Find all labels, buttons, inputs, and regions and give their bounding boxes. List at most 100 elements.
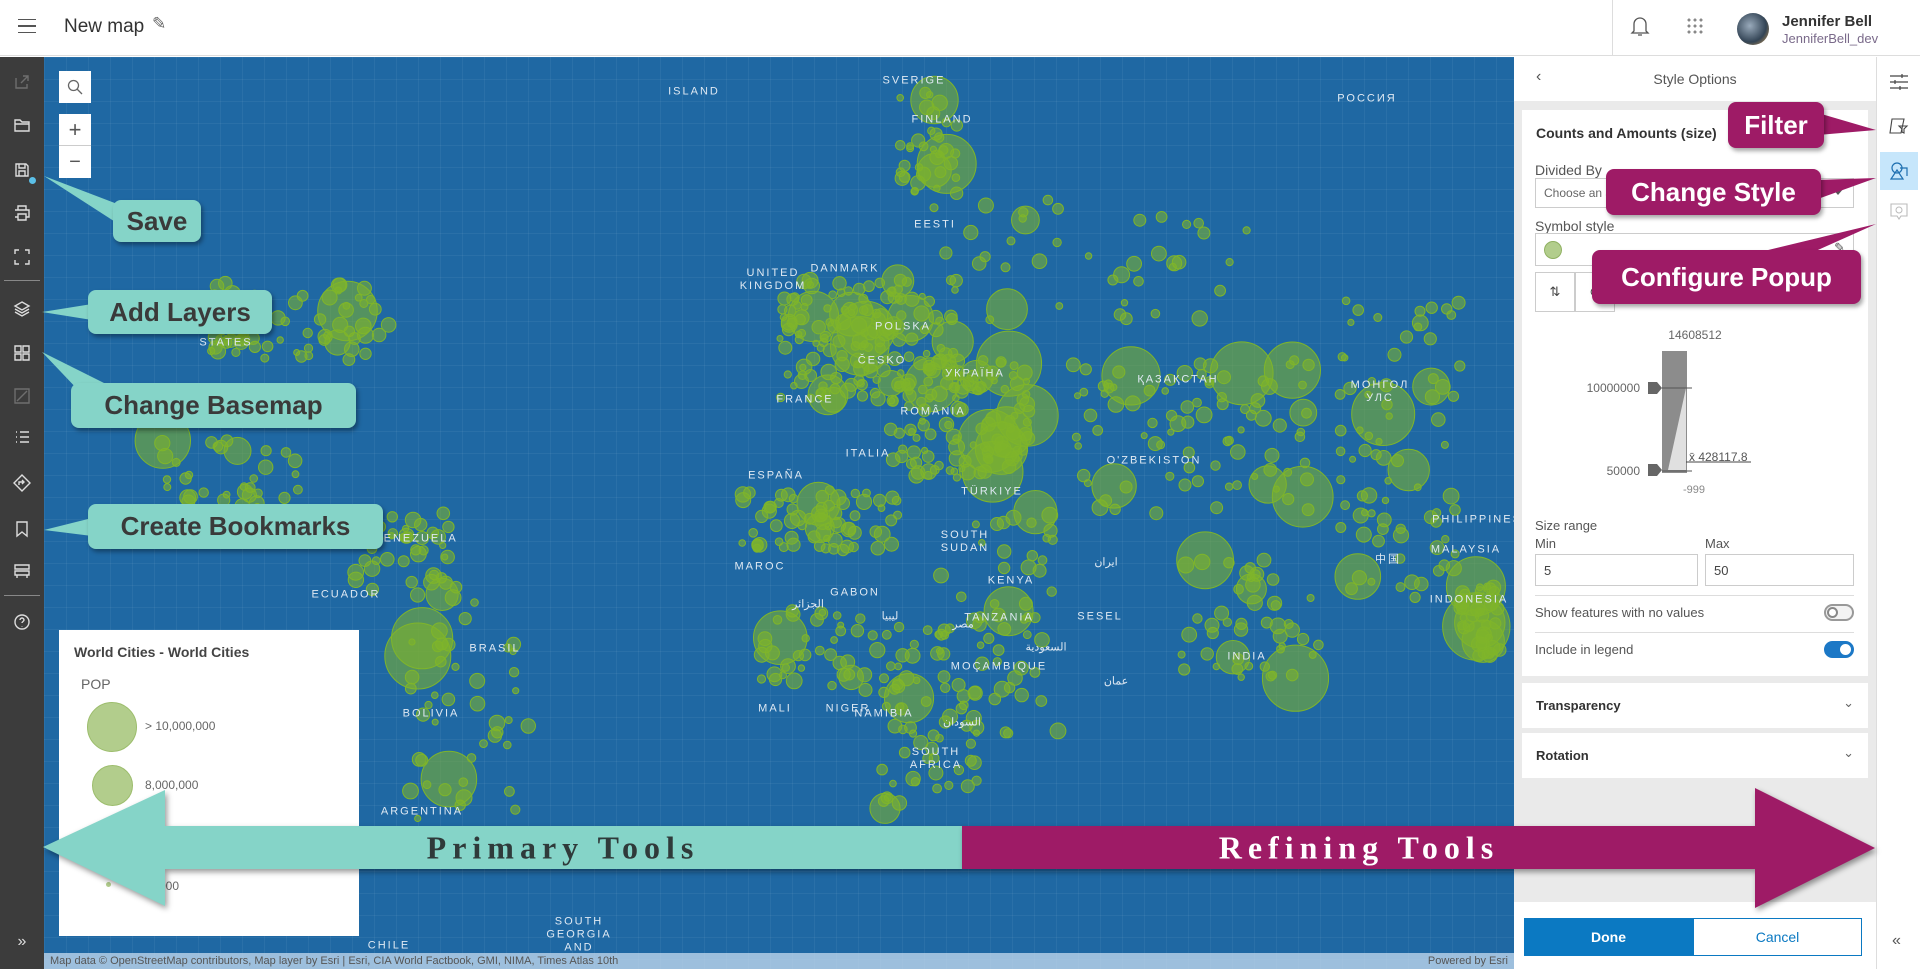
city-symbol[interactable] [904, 647, 921, 664]
city-symbol[interactable] [1384, 477, 1392, 485]
city-symbol[interactable] [971, 775, 982, 786]
city-symbol[interactable] [883, 793, 892, 802]
city-symbol[interactable] [1335, 446, 1346, 457]
city-symbol[interactable] [783, 370, 792, 379]
city-symbol[interactable] [873, 493, 887, 507]
filter-icon[interactable] [1889, 117, 1909, 140]
city-symbol[interactable] [1370, 449, 1382, 461]
city-symbol[interactable] [1337, 352, 1347, 362]
city-symbol[interactable] [881, 629, 892, 640]
legend-button[interactable] [0, 417, 44, 457]
city-symbol[interactable] [867, 630, 878, 641]
city-symbol[interactable] [1268, 670, 1278, 680]
city-symbol[interactable] [1203, 358, 1219, 374]
city-symbol[interactable] [1387, 347, 1402, 362]
city-symbol[interactable] [287, 453, 303, 469]
city-symbol[interactable] [280, 447, 292, 458]
city-symbol[interactable] [1151, 245, 1167, 262]
city-symbol[interactable] [441, 553, 449, 561]
city-symbol[interactable] [860, 328, 869, 338]
basemap-button[interactable] [0, 333, 44, 373]
city-symbol[interactable] [1216, 392, 1228, 403]
city-symbol[interactable] [479, 739, 488, 748]
city-symbol[interactable] [844, 377, 859, 392]
save-button[interactable] [0, 150, 44, 190]
city-symbol[interactable] [956, 591, 967, 603]
city-symbol[interactable] [769, 519, 783, 533]
city-symbol[interactable] [905, 770, 921, 787]
city-symbol[interactable] [205, 436, 218, 449]
city-symbol[interactable] [927, 126, 936, 136]
city-symbol[interactable] [1376, 512, 1392, 528]
city-symbol[interactable] [1395, 523, 1406, 534]
city-symbol[interactable] [891, 495, 902, 506]
city-symbol[interactable] [338, 302, 354, 318]
rotation-section[interactable]: Rotation ⌄ [1522, 733, 1868, 778]
city-symbol[interactable] [891, 795, 908, 811]
city-symbol[interactable] [794, 330, 803, 339]
city-symbol[interactable] [368, 302, 382, 316]
city-symbol[interactable] [1459, 613, 1468, 622]
city-symbol[interactable] [1191, 475, 1205, 488]
city-symbol[interactable] [1242, 226, 1251, 235]
add-layers-button[interactable] [0, 289, 44, 329]
city-symbol[interactable] [198, 487, 209, 498]
city-symbol[interactable] [1235, 617, 1248, 631]
city-symbol[interactable] [1334, 553, 1382, 600]
city-symbol[interactable] [1404, 574, 1420, 591]
city-symbol[interactable] [968, 686, 982, 700]
city-symbol[interactable] [414, 517, 428, 532]
city-symbol[interactable] [843, 286, 854, 296]
city-symbol[interactable] [830, 371, 843, 385]
city-symbol[interactable] [1020, 559, 1037, 576]
city-symbol[interactable] [1074, 442, 1082, 450]
configure-popup-icon[interactable] [1889, 202, 1909, 227]
city-symbol[interactable] [1155, 211, 1168, 223]
city-symbol[interactable] [912, 433, 921, 442]
city-symbol[interactable] [1192, 397, 1202, 408]
city-symbol[interactable] [1000, 262, 1011, 273]
city-symbol[interactable] [431, 640, 444, 653]
city-symbol[interactable] [260, 353, 270, 363]
city-symbol[interactable] [411, 752, 427, 767]
city-symbol[interactable] [1020, 431, 1036, 446]
city-symbol[interactable] [404, 669, 420, 685]
city-symbol[interactable] [1296, 632, 1310, 646]
city-symbol[interactable] [1147, 417, 1158, 429]
city-symbol[interactable] [908, 428, 916, 436]
city-symbol[interactable] [986, 288, 1028, 331]
city-symbol[interactable] [356, 280, 372, 296]
city-symbol[interactable] [937, 647, 951, 661]
city-symbol[interactable] [916, 166, 932, 182]
city-symbol[interactable] [869, 387, 881, 399]
city-symbol[interactable] [288, 295, 303, 311]
city-symbol[interactable] [937, 623, 951, 637]
city-symbol[interactable] [979, 251, 991, 263]
city-symbol[interactable] [1052, 237, 1062, 248]
city-symbol[interactable] [218, 275, 233, 291]
sort-button[interactable]: ⇅ [1535, 272, 1575, 312]
help-button[interactable] [0, 602, 44, 642]
city-symbol[interactable] [950, 467, 959, 476]
city-symbol[interactable] [1217, 370, 1231, 385]
city-symbol[interactable] [1447, 390, 1460, 402]
city-symbol[interactable] [171, 457, 181, 467]
city-symbol[interactable] [896, 94, 905, 102]
city-symbol[interactable] [999, 726, 1012, 739]
city-symbol[interactable] [1107, 274, 1119, 286]
city-symbol[interactable] [1355, 526, 1372, 543]
city-symbol[interactable] [313, 313, 327, 326]
city-symbol[interactable] [425, 577, 459, 612]
print-button[interactable] [0, 193, 44, 233]
city-symbol[interactable] [827, 319, 842, 334]
city-symbol[interactable] [886, 661, 896, 671]
city-symbol[interactable] [278, 491, 291, 504]
city-symbol[interactable] [1071, 432, 1081, 442]
city-symbol[interactable] [1425, 301, 1438, 314]
done-button[interactable]: Done [1524, 918, 1693, 956]
city-symbol[interactable] [997, 561, 1011, 575]
city-symbol[interactable] [1272, 628, 1288, 644]
city-symbol[interactable] [261, 340, 274, 353]
city-symbol[interactable] [992, 644, 1005, 656]
city-symbol[interactable] [1492, 643, 1507, 657]
